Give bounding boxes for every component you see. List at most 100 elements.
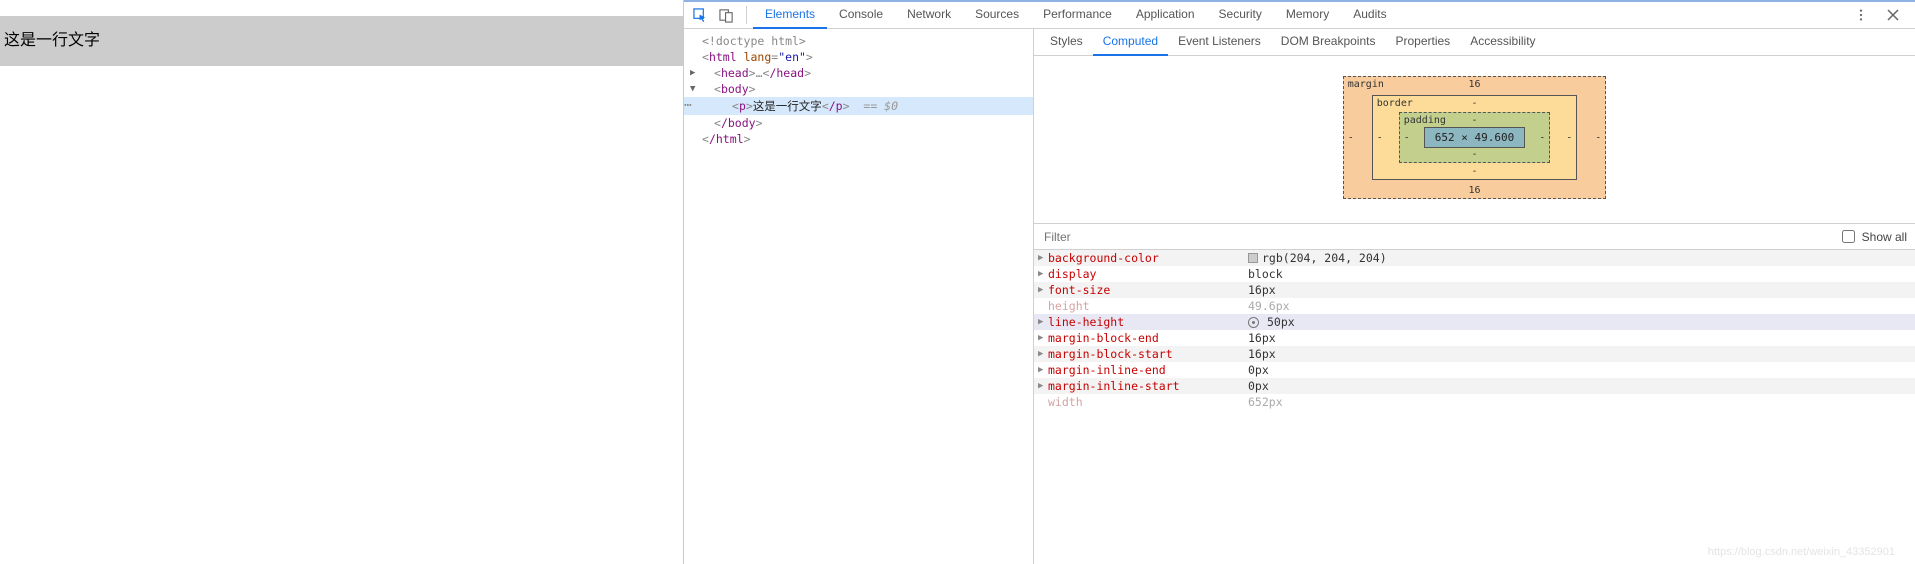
computed-properties-list: ▶background-colorrgb(204, 204, 204)▶disp… (1034, 250, 1915, 410)
prop-name: width (1048, 395, 1248, 409)
expand-icon[interactable]: ▶ (1038, 253, 1048, 263)
prop-value: 16px (1248, 331, 1276, 345)
side-tab-properties[interactable]: Properties (1385, 29, 1460, 56)
side-tab-computed[interactable]: Computed (1093, 29, 1168, 56)
prop-value: rgb(204, 204, 204) (1248, 251, 1387, 265)
dom-html-open[interactable]: <html lang="en"> (684, 49, 1033, 65)
tab-memory[interactable]: Memory (1274, 2, 1341, 29)
computed-prop-row[interactable]: ▶displayblock (1034, 266, 1915, 282)
tab-console[interactable]: Console (827, 2, 895, 29)
tab-security[interactable]: Security (1207, 2, 1274, 29)
device-toolbar-icon[interactable] (714, 3, 738, 27)
margin-label: margin (1348, 79, 1384, 90)
expand-icon[interactable]: ▶ (690, 68, 695, 78)
show-all-checkbox[interactable] (1842, 230, 1855, 243)
page-viewport: 这是一行文字 (0, 0, 684, 564)
computed-prop-row[interactable]: ▶background-colorrgb(204, 204, 204) (1034, 250, 1915, 266)
border-left-val: - (1377, 132, 1383, 143)
expand-icon[interactable]: ▶ (1038, 285, 1048, 295)
expand-icon[interactable]: ▶ (1038, 365, 1048, 375)
computed-prop-row[interactable]: ▶line-height50px (1034, 314, 1915, 330)
show-all-label: Show all (1862, 230, 1907, 244)
show-all-toggle[interactable]: Show all (1838, 227, 1907, 246)
padding-left-val: - (1404, 132, 1410, 143)
filter-row: Show all (1034, 223, 1915, 250)
margin-right-val: - (1595, 132, 1601, 143)
prop-value: block (1248, 267, 1283, 281)
prop-name: margin-inline-end (1048, 363, 1248, 377)
prop-name: margin-block-end (1048, 331, 1248, 345)
dom-head[interactable]: ▶ <head>…</head> (684, 65, 1033, 81)
goto-source-icon[interactable] (1248, 317, 1259, 328)
prop-name: height (1048, 299, 1248, 313)
paragraph: 这是一行文字 (0, 16, 683, 66)
box-model[interactable]: margin 16 16 - - border - - - - paddin (1034, 56, 1915, 223)
toolbar-divider (746, 6, 747, 24)
side-tabs: Styles Computed Event Listeners DOM Brea… (1034, 29, 1915, 56)
prop-name: font-size (1048, 283, 1248, 297)
side-panel: Styles Computed Event Listeners DOM Brea… (1034, 29, 1915, 564)
padding-label: padding (1404, 115, 1446, 126)
prop-value: 0px (1248, 363, 1269, 377)
close-icon[interactable] (1881, 3, 1905, 27)
expand-icon[interactable]: ▶ (1038, 333, 1048, 343)
side-tab-event-listeners[interactable]: Event Listeners (1168, 29, 1271, 56)
dom-doctype[interactable]: <!doctype html> (684, 33, 1033, 49)
tab-elements[interactable]: Elements (753, 2, 827, 29)
computed-prop-row[interactable]: ▶margin-block-end16px (1034, 330, 1915, 346)
collapse-icon[interactable]: ▼ (690, 84, 695, 94)
tab-sources[interactable]: Sources (963, 2, 1031, 29)
side-tab-dom-breakpoints[interactable]: DOM Breakpoints (1271, 29, 1386, 56)
filter-input[interactable] (1042, 229, 1838, 245)
prop-value: 49.6px (1248, 299, 1290, 313)
tab-performance[interactable]: Performance (1031, 2, 1124, 29)
padding-right-val: - (1539, 132, 1545, 143)
content-size: 652 × 49.600 (1424, 127, 1525, 148)
prop-value: 0px (1248, 379, 1269, 393)
expand-icon[interactable]: ▶ (1038, 381, 1048, 391)
dom-html-close[interactable]: </html> (684, 131, 1033, 147)
margin-left-val: - (1348, 132, 1354, 143)
computed-pane: margin 16 16 - - border - - - - paddin (1034, 56, 1915, 564)
expand-icon[interactable]: ▶ (1038, 349, 1048, 359)
more-options-icon[interactable] (1849, 3, 1873, 27)
dom-body-close[interactable]: </body> (684, 115, 1033, 131)
computed-prop-row[interactable]: ▶font-size16px (1034, 282, 1915, 298)
prop-name: display (1048, 267, 1248, 281)
padding-top-val: - (1471, 115, 1477, 126)
border-label: border (1377, 98, 1413, 109)
expand-icon[interactable]: ▶ (1038, 269, 1048, 279)
prop-value: 16px (1248, 283, 1276, 297)
dom-body-open[interactable]: ▼ <body> (684, 81, 1033, 97)
devtools-window: Elements Console Network Sources Perform… (684, 0, 1915, 564)
devtools-toolbar: Elements Console Network Sources Perform… (684, 2, 1915, 29)
side-tab-accessibility[interactable]: Accessibility (1460, 29, 1545, 56)
color-swatch-icon[interactable] (1248, 253, 1258, 263)
prop-name: margin-block-start (1048, 347, 1248, 361)
computed-prop-row[interactable]: height49.6px (1034, 298, 1915, 314)
dom-p-selected[interactable]: ⋯ <p>这是一行文字</p> == $0 (684, 97, 1033, 115)
elements-dom-tree[interactable]: <!doctype html> <html lang="en"> ▶ <head… (684, 29, 1034, 564)
inspect-element-icon[interactable] (688, 3, 712, 27)
tab-application[interactable]: Application (1124, 2, 1207, 29)
ellipsis-icon[interactable]: ⋯ (684, 98, 691, 113)
border-right-val: - (1566, 132, 1572, 143)
computed-prop-row[interactable]: ▶margin-block-start16px (1034, 346, 1915, 362)
prop-value: 652px (1248, 395, 1283, 409)
padding-bottom-val: - (1471, 149, 1477, 160)
devtools-main-tabs: Elements Console Network Sources Perform… (753, 2, 1399, 29)
prop-value: 50px (1248, 315, 1295, 329)
margin-bottom-val: 16 (1468, 185, 1480, 196)
computed-prop-row[interactable]: ▶margin-inline-end0px (1034, 362, 1915, 378)
tab-audits[interactable]: Audits (1341, 2, 1398, 29)
computed-prop-row[interactable]: ▶margin-inline-start0px (1034, 378, 1915, 394)
border-bottom-val: - (1471, 166, 1477, 177)
watermark-text: https://blog.csdn.net/weixin_43352901 (1708, 546, 1895, 558)
computed-prop-row[interactable]: width652px (1034, 394, 1915, 410)
border-top-val: - (1471, 98, 1477, 109)
prop-value: 16px (1248, 347, 1276, 361)
tab-network[interactable]: Network (895, 2, 963, 29)
side-tab-styles[interactable]: Styles (1040, 29, 1093, 56)
margin-top-val: 16 (1468, 79, 1480, 90)
expand-icon[interactable]: ▶ (1038, 317, 1048, 327)
